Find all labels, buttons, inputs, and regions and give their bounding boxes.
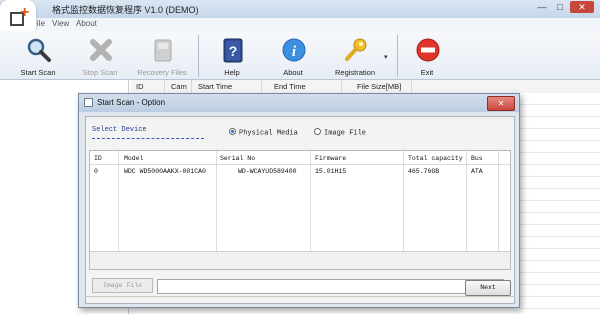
cell-total-capacity: 465.76GB	[408, 168, 440, 175]
cell-id: 0	[94, 168, 98, 175]
column-cam[interactable]: Cam	[171, 82, 187, 91]
key-icon	[345, 38, 367, 61]
column-bus: Bus	[471, 155, 483, 162]
image-file-path-input[interactable]	[157, 279, 504, 294]
radio-unselected-icon	[314, 128, 321, 135]
info-icon: i	[282, 38, 306, 62]
recovery-files-label: Recovery Files	[137, 68, 187, 77]
horizontal-scrollbar[interactable]	[90, 251, 510, 269]
image-file-button[interactable]: Image File	[92, 278, 153, 293]
window-controls: — □ ✕	[534, 1, 594, 13]
column-end-time[interactable]: End Time	[274, 82, 306, 91]
exit-label: Exit	[420, 68, 434, 77]
image-file-radio[interactable]: Image File	[314, 128, 367, 138]
column-start-time[interactable]: Start Time	[198, 82, 232, 91]
dialog-body: Select Device Physical Media Image File …	[85, 116, 515, 304]
menu-about[interactable]: About	[76, 19, 97, 28]
dialog-close-button[interactable]: ✕	[487, 96, 515, 111]
registration-dropdown-icon[interactable]: ▾	[384, 53, 388, 61]
svg-text:?: ?	[229, 43, 238, 59]
window-titlebar: 格式监控数据恢复程序 V1.0 (DEMO) — □ ✕	[0, 0, 600, 18]
dialog-title: Start Scan - Option	[97, 98, 166, 107]
dialog-divider	[86, 296, 514, 297]
registration-label: Registration	[334, 68, 376, 77]
image-file-label: Image File	[324, 129, 367, 138]
dialog-titlebar: Start Scan - Option ✕	[79, 94, 519, 112]
dialog-icon	[84, 98, 93, 107]
recovery-disk-icon	[154, 39, 172, 62]
menu-view[interactable]: View	[52, 19, 69, 28]
help-book-icon: ?	[223, 38, 243, 63]
column-firmware: Firmware	[315, 155, 347, 162]
close-window-button[interactable]: ✕	[570, 1, 594, 13]
minimize-button[interactable]: —	[534, 1, 550, 13]
toolbar: Start Scan Stop Scan Recovery Files ? He…	[0, 31, 600, 80]
column-file-size[interactable]: File Size[MB]	[357, 82, 401, 91]
select-device-underline	[92, 138, 204, 139]
column-id[interactable]: ID	[136, 82, 144, 91]
exit-icon	[416, 38, 440, 62]
file-list-grid	[520, 93, 600, 314]
physical-media-label: Physical Media	[239, 129, 298, 138]
device-table: ID Model Serial No Firmware Total capaci…	[89, 150, 511, 270]
cell-bus: ATA	[471, 168, 483, 175]
cell-serial-no: WD-WCAYUD589400	[238, 168, 297, 175]
physical-media-radio[interactable]: Physical Media	[229, 128, 298, 138]
column-model: Model	[124, 155, 144, 162]
column-total-capacity: Total capacity	[408, 155, 463, 162]
next-button[interactable]: Next	[465, 280, 511, 296]
window-title: 格式监控数据恢复程序 V1.0 (DEMO)	[52, 5, 199, 15]
file-list-header: ID Cam Start Time End Time File Size[MB]	[131, 80, 600, 94]
start-scan-dialog: Start Scan - Option ✕ Select Device Phys…	[78, 93, 520, 308]
magnifier-icon	[27, 38, 51, 62]
maximize-button[interactable]: □	[552, 1, 568, 13]
cell-model: WDC WD5000AAKX-001CA0	[124, 168, 206, 175]
cell-firmware: 15.01H15	[315, 168, 347, 175]
menu-bar: File View About	[0, 18, 600, 31]
select-device-label: Select Device	[92, 126, 147, 134]
column-id: ID	[94, 155, 102, 162]
radio-selected-icon	[229, 128, 236, 135]
column-serial-no: Serial No	[220, 155, 256, 162]
stop-x-icon	[90, 39, 112, 61]
